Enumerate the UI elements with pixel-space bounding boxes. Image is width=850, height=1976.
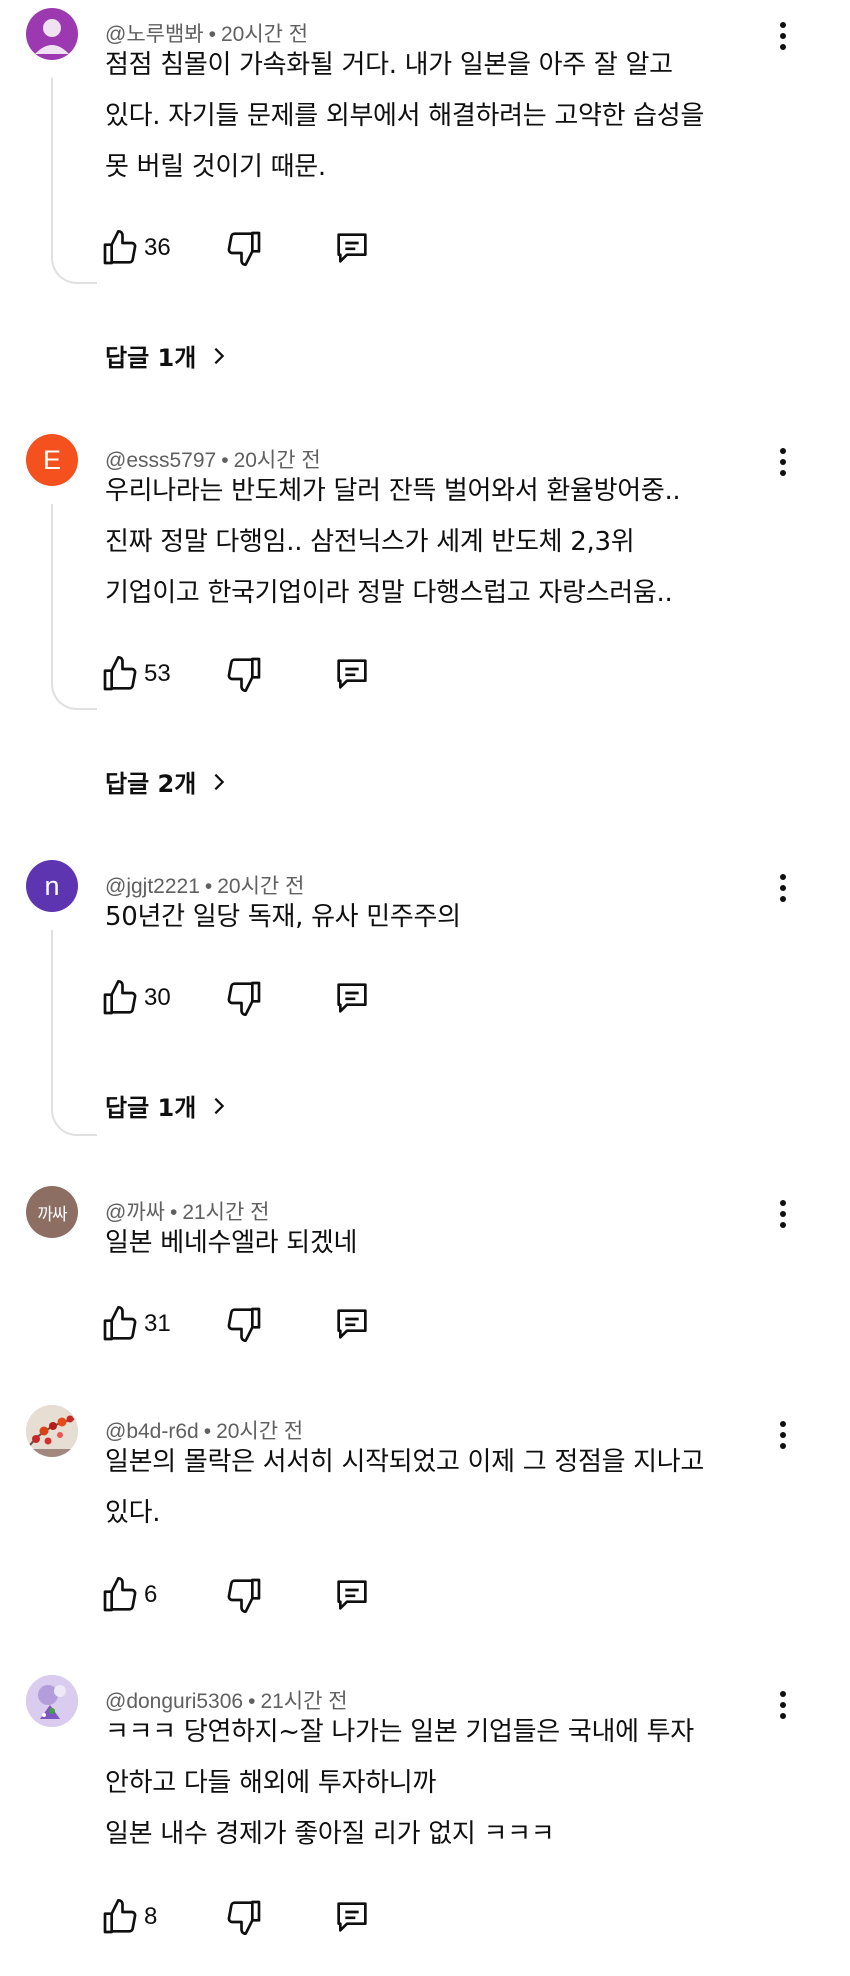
dislike-button[interactable] — [224, 1575, 264, 1615]
avatar[interactable] — [26, 1405, 78, 1457]
like-count: 53 — [144, 660, 171, 687]
flower-photo-icon — [26, 1405, 78, 1457]
thumb-down-icon — [227, 1307, 261, 1342]
comment-text: 일본의 몰락은 서서히 시작되었고 이제 그 정점을 지나고 있다. — [105, 1437, 795, 1539]
thumb-up-icon — [103, 1306, 137, 1341]
avatar[interactable]: n — [26, 860, 78, 912]
person-icon — [35, 19, 69, 54]
thumb-down-icon — [227, 981, 261, 1016]
view-replies-button[interactable]: 답글 2개 — [105, 764, 230, 799]
comment-text-line: 일본의 몰락은 서서히 시작되었고 이제 그 정점을 지나고 — [105, 1447, 705, 1477]
like-button[interactable]: 31 — [100, 1304, 171, 1344]
replies-label: 답글 2개 — [105, 770, 197, 798]
chevron-right-icon — [214, 347, 225, 364]
comment-text: ㅋㅋㅋ 당연하지~잘 나가는 일본 기업들은 국내에 투자 안하고 다들 해외에… — [105, 1707, 795, 1860]
comment-text: 점점 침몰이 가속화될 거다. 내가 일본을 아주 잘 알고 있다. 자기들 문… — [105, 40, 795, 193]
avatar[interactable]: E — [26, 434, 78, 486]
comment-actions: 8 — [100, 1897, 500, 1937]
dislike-button[interactable] — [224, 654, 264, 694]
comment-icon — [337, 233, 367, 263]
comment-text-line: 일본 베네수엘라 되겠네 — [105, 1228, 358, 1258]
replies-label: 답글 1개 — [105, 1094, 197, 1122]
thumb-up-icon — [103, 980, 137, 1015]
comment-icon — [337, 659, 367, 689]
comment-text: 우리나라는 반도체가 달러 잔뜩 벌어와서 환율방어중.. 진짜 정말 다행임.… — [105, 466, 795, 619]
comment-text-line: 못 버릴 것이기 때문. — [105, 152, 326, 182]
like-count: 30 — [144, 984, 171, 1011]
thumb-up-icon — [103, 656, 137, 691]
comment-icon — [337, 1902, 367, 1932]
reply-button[interactable] — [332, 1575, 372, 1615]
like-button[interactable]: 30 — [100, 978, 171, 1018]
thumb-down-icon — [227, 1900, 261, 1935]
comment-actions: 36 — [100, 228, 500, 268]
comment-text-line: 일본 내수 경제가 좋아질 리가 없지 ㅋㅋㅋ — [105, 1819, 555, 1849]
like-count: 6 — [144, 1581, 158, 1608]
avatar-text: 까싸 — [37, 1204, 67, 1225]
thumb-down-icon — [227, 231, 261, 266]
dislike-button[interactable] — [224, 228, 264, 268]
thumb-up-icon — [103, 1577, 137, 1612]
thumb-down-icon — [227, 657, 261, 692]
comment-actions: 53 — [100, 654, 500, 694]
comment-text-line: 진짜 정말 다행임.. 삼전닉스가 세계 반도체 2,3위 — [105, 527, 635, 557]
comment-actions: 30 — [100, 978, 500, 1018]
reply-button[interactable] — [332, 1304, 372, 1344]
dislike-button[interactable] — [224, 1304, 264, 1344]
dislike-button[interactable] — [224, 1897, 264, 1937]
comment-text-line: 있다. — [105, 1498, 161, 1528]
avatar[interactable] — [26, 8, 78, 60]
avatar-letter: n — [44, 870, 60, 901]
comment-text-line: 점점 침몰이 가속화될 거다. 내가 일본을 아주 잘 알고 — [105, 50, 673, 80]
comment-text-line: ㅋㅋㅋ 당연하지~잘 나가는 일본 기업들은 국내에 투자 — [105, 1717, 694, 1747]
comment-icon — [337, 1309, 367, 1339]
thumb-down-icon — [227, 1578, 261, 1613]
thread-line — [51, 78, 97, 284]
view-replies-button[interactable]: 답글 1개 — [105, 1088, 230, 1123]
thumb-up-icon — [103, 230, 137, 265]
avatar[interactable] — [26, 1675, 78, 1727]
comment-icon — [337, 983, 367, 1013]
thumb-up-icon — [103, 1899, 137, 1934]
view-replies-button[interactable]: 답글 1개 — [105, 338, 230, 373]
reply-button[interactable] — [332, 978, 372, 1018]
comment-actions: 31 — [100, 1304, 500, 1344]
character-photo-icon — [26, 1675, 78, 1727]
comment-text-line: 50년간 일당 독재, 유사 민주주의 — [105, 902, 461, 932]
like-count: 36 — [144, 234, 171, 261]
comment-text-line: 우리나라는 반도체가 달러 잔뜩 벌어와서 환율방어중.. — [105, 476, 681, 506]
comment-actions: 6 — [100, 1575, 500, 1615]
like-button[interactable]: 36 — [100, 228, 171, 268]
comment-text: 50년간 일당 독재, 유사 민주주의 — [105, 892, 795, 943]
thread-line — [51, 504, 97, 710]
chevron-right-icon — [214, 773, 225, 790]
like-button[interactable]: 8 — [100, 1897, 157, 1937]
comment-text: 일본 베네수엘라 되겠네 — [105, 1218, 795, 1269]
comment-icon — [337, 1580, 367, 1610]
like-count: 8 — [144, 1903, 158, 1930]
comment-text-line: 안하고 다들 해외에 투자하니까 — [105, 1768, 436, 1798]
like-button[interactable]: 6 — [100, 1575, 157, 1615]
avatar[interactable]: 까싸 — [26, 1186, 78, 1238]
comment-text-line: 있다. 자기들 문제를 외부에서 해결하려는 고약한 습성을 — [105, 101, 705, 131]
dislike-button[interactable] — [224, 978, 264, 1018]
chevron-right-icon — [214, 1097, 225, 1114]
thread-line — [51, 930, 97, 1136]
like-button[interactable]: 53 — [100, 654, 171, 694]
replies-label: 답글 1개 — [105, 344, 197, 372]
reply-button[interactable] — [332, 228, 372, 268]
like-count: 31 — [144, 1310, 171, 1337]
avatar-letter: E — [42, 444, 61, 475]
reply-button[interactable] — [332, 654, 372, 694]
comment-text-line: 기업이고 한국기업이라 정말 다행스럽고 자랑스러움.. — [105, 578, 673, 608]
reply-button[interactable] — [332, 1897, 372, 1937]
